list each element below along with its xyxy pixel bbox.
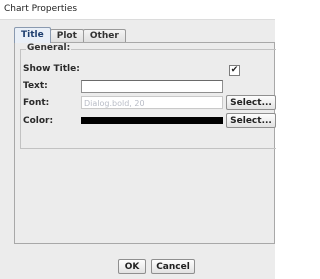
ok-button[interactable]: OK xyxy=(118,259,146,274)
color-swatch xyxy=(81,117,223,124)
font-label: Font: xyxy=(23,98,50,108)
color-select-button[interactable]: Select... xyxy=(226,113,276,128)
general-group-label: General: xyxy=(26,43,72,53)
color-label: Color: xyxy=(23,116,54,126)
text-field[interactable] xyxy=(81,80,223,93)
cancel-button[interactable]: Cancel xyxy=(151,259,195,274)
show-title-checkbox[interactable]: ✔ xyxy=(229,65,240,76)
text-label: Text: xyxy=(23,81,48,91)
title-bar: Chart Properties xyxy=(0,0,275,20)
chart-properties-dialog: Chart Properties Title Plot Other Genera… xyxy=(0,0,276,279)
show-title-label: Show Title: xyxy=(23,64,80,74)
tab-plot[interactable]: Plot xyxy=(49,29,84,43)
tab-title[interactable]: Title xyxy=(14,27,51,43)
window-title: Chart Properties xyxy=(4,4,78,14)
font-field: Dialog.bold, 20 xyxy=(81,96,223,109)
tab-strip: Title Plot Other xyxy=(14,27,126,43)
tab-panel-title: General: Show Title: ✔ Text: Font: Dialo… xyxy=(14,42,276,244)
font-select-button[interactable]: Select... xyxy=(226,95,276,110)
tab-other[interactable]: Other xyxy=(82,29,126,43)
general-group: General: Show Title: ✔ Text: Font: Dialo… xyxy=(20,43,276,149)
